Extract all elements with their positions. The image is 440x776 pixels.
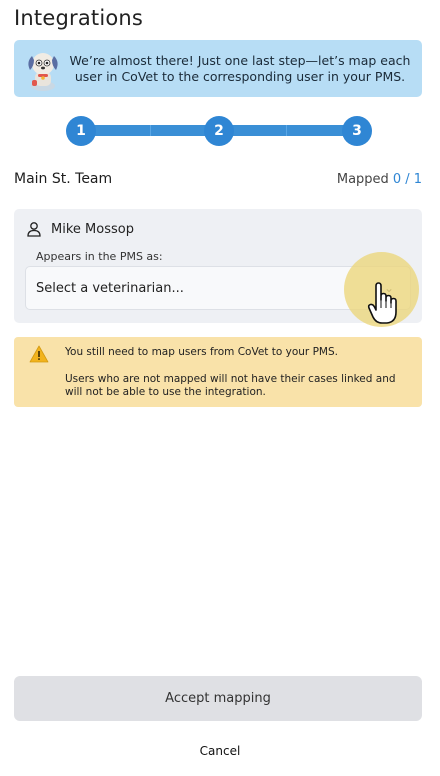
mapped-status: Mapped 0 / 1 (337, 172, 422, 187)
cancel-button[interactable]: Cancel (0, 744, 440, 758)
dog-mascot-icon (28, 52, 58, 91)
step-1: 1 (66, 116, 96, 146)
stepper-divider (286, 125, 287, 136)
user-icon (27, 222, 41, 237)
hand-pointer-icon (367, 282, 397, 324)
mapped-count: 0 / 1 (392, 171, 422, 187)
info-banner: We’re almost there! Just one last step—l… (14, 40, 422, 97)
progress-stepper: 1 2 3 (66, 116, 372, 146)
warning-title: You still need to map users from CoVet t… (65, 346, 338, 358)
warning-alert: You still need to map users from CoVet t… (14, 337, 422, 407)
select-placeholder: Select a veterinarian... (36, 280, 184, 296)
step-3: 3 (342, 116, 372, 146)
mapped-label: Mapped (336, 171, 389, 187)
appears-label: Appears in the PMS as: (36, 250, 163, 263)
banner-message: We’re almost there! Just one last step—l… (69, 52, 411, 84)
user-header: Mike Mossop (26, 221, 134, 237)
team-header: Main St. Team Mapped 0 / 1 (14, 170, 422, 188)
user-name: Mike Mossop (51, 221, 134, 237)
warning-icon (29, 345, 49, 363)
stepper-divider (150, 125, 151, 136)
team-name: Main St. Team (14, 171, 113, 187)
step-2: 2 (204, 116, 234, 146)
page-title: Integrations (14, 6, 144, 30)
warning-body: Users who are not mapped will not have t… (65, 373, 396, 398)
accept-mapping-button[interactable]: Accept mapping (14, 676, 422, 721)
